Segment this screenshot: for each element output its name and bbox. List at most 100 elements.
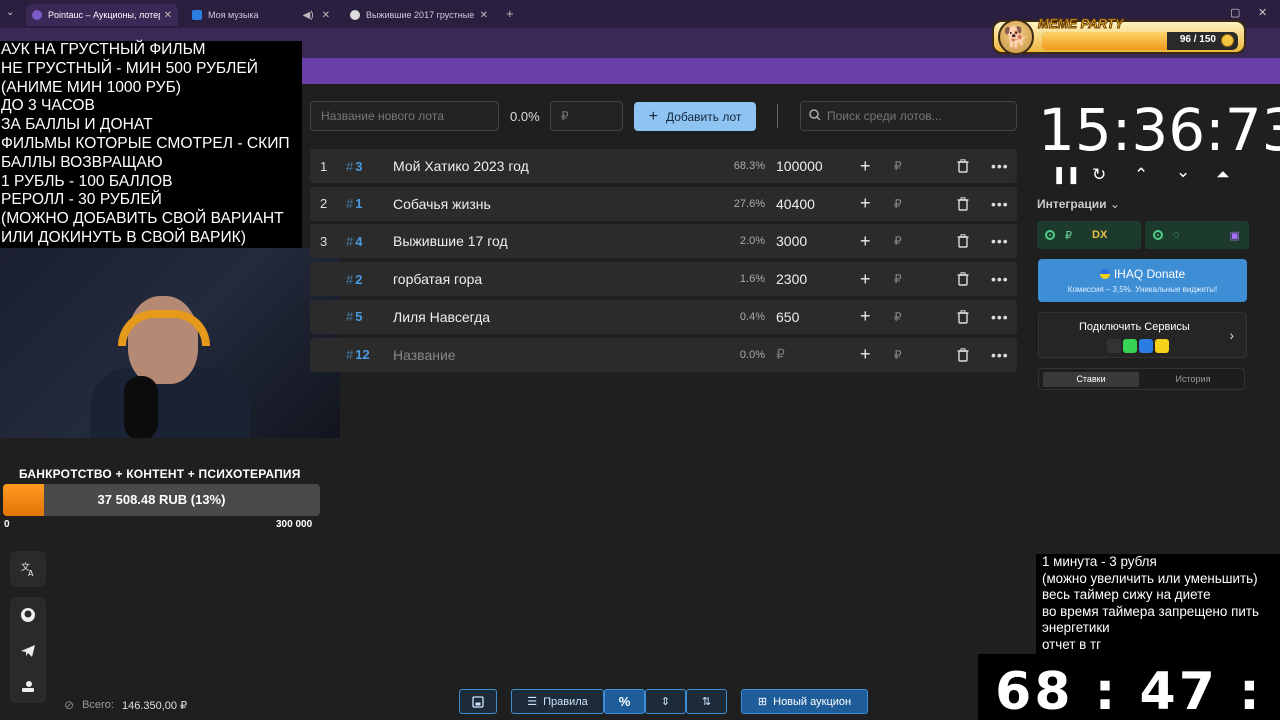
close-tab-icon[interactable]: ✕	[480, 10, 488, 21]
more-options-icon[interactable]: •••	[991, 309, 1009, 325]
lot-id: #1	[346, 196, 362, 211]
rules-button[interactable]: ☰ Правила	[511, 689, 604, 714]
ruble-input[interactable]: ₽	[894, 272, 902, 286]
status-dot-icon	[1045, 230, 1055, 240]
speaker-icon[interactable]: ◀)	[303, 10, 314, 21]
trash-icon[interactable]	[957, 234, 969, 249]
add-bid-icon[interactable]: +	[860, 231, 871, 252]
add-bid-icon[interactable]: +	[860, 156, 871, 177]
add-bid-icon[interactable]: +	[860, 344, 871, 365]
coin-icon	[1221, 34, 1234, 47]
chevron-down-icon[interactable]: ⌄	[1176, 162, 1190, 182]
lot-row[interactable]: 1 #3 Мой Хатико 2023 год 68.3% 100000 + ₽ •••	[310, 149, 1017, 183]
bids-history-tabs: Ставки История	[1038, 368, 1245, 390]
ruble-input[interactable]: ₽	[894, 197, 902, 211]
add-bid-icon[interactable]: +	[860, 269, 871, 290]
double-chevron-up-icon[interactable]: ⏶	[1216, 165, 1230, 185]
ruble-input[interactable]: ₽	[894, 234, 902, 248]
percent-toggle[interactable]: %	[604, 689, 645, 714]
lot-name[interactable]: Лиля Навсегда	[393, 309, 490, 325]
lot-row[interactable]: #2 горбатая гора 1.6% 2300 + ₽ •••	[310, 262, 1017, 297]
lot-row[interactable]: 3 #4 Выжившие 17 год 2.0% 3000 + ₽ •••	[310, 224, 1017, 259]
lot-name[interactable]: Название	[393, 347, 456, 363]
more-options-icon[interactable]: •••	[991, 271, 1009, 287]
lot-position: 3	[320, 233, 328, 249]
tab-bids[interactable]: Ставки	[1043, 372, 1139, 387]
rules-icon: ☰	[527, 696, 538, 708]
trash-icon[interactable]	[957, 196, 969, 211]
translate-icon[interactable]: 文A	[10, 551, 46, 587]
browser-tab-pointauc[interactable]: Pointauc – Аукционы, лотереи... ✕	[26, 4, 178, 26]
more-options-icon[interactable]: •••	[991, 196, 1009, 212]
lot-name[interactable]: Выжившие 17 год	[393, 233, 508, 249]
telegram-icon[interactable]	[10, 633, 46, 669]
lot-name[interactable]: Собачья жизнь	[393, 196, 491, 212]
tab-list-chevron-icon[interactable]: ⌄	[6, 7, 14, 18]
rules-label: Правила	[543, 695, 588, 708]
more-options-icon[interactable]: •••	[991, 233, 1009, 249]
trash-icon[interactable]	[957, 347, 969, 362]
connect-services-card[interactable]: Подключить Сервисы ›	[1038, 312, 1247, 358]
trash-icon[interactable]	[957, 272, 969, 286]
add-lot-button[interactable]: + Добавить лот	[634, 102, 756, 131]
kick-icon	[1123, 339, 1137, 353]
new-lot-amount-input[interactable]: ₽	[550, 101, 623, 131]
lot-percent: 27.6%	[733, 197, 765, 210]
rule-line: РЕРОЛЛ - 30 РУБЛЕЙ	[1, 191, 162, 209]
lot-row[interactable]: #5 Лиля Навсегда 0.4% 650 + ₽ •••	[310, 299, 1017, 334]
compact-toggle[interactable]: ⇕	[645, 689, 686, 714]
eye-off-icon[interactable]: ⊘	[64, 698, 74, 712]
more-options-icon[interactable]: •••	[991, 347, 1009, 363]
lot-name[interactable]: Мой Хатико 2023 год	[393, 158, 529, 174]
search-placeholder: Поиск среди лотов...	[827, 109, 942, 123]
ruble-input[interactable]: ₽	[894, 310, 902, 324]
close-tab-icon[interactable]: ✕	[164, 10, 172, 21]
save-button[interactable]	[459, 689, 497, 714]
integrations-label[interactable]: Интеграции ⌄	[1037, 197, 1120, 211]
more-options-icon[interactable]: •••	[991, 158, 1009, 174]
music-favicon-icon	[192, 10, 202, 20]
integration-twitch[interactable]: ◌ ▣	[1145, 221, 1249, 249]
meme-party-title: MEME PARTY	[1037, 16, 1124, 32]
chevron-up-icon[interactable]: ⌃	[1134, 165, 1148, 185]
trash-icon[interactable]	[957, 310, 969, 324]
add-bid-icon[interactable]: +	[860, 193, 871, 214]
lot-row[interactable]: 2 #1 Собачья жизнь 27.6% 40400 + ₽ •••	[310, 186, 1017, 221]
lot-row[interactable]: #12 Название 0.0% ₽ + ₽ •••	[310, 337, 1017, 372]
vk-icon	[1139, 339, 1153, 353]
hash-icon: #	[346, 233, 354, 249]
tab-title: Моя музыка	[208, 10, 259, 20]
rule-line: 1 РУБЛЬ - 100 БАЛЛОВ	[1, 172, 173, 190]
ruble-input[interactable]: ₽	[894, 348, 902, 362]
trash-icon[interactable]	[957, 159, 969, 173]
hash-icon: #	[346, 347, 354, 362]
new-tab-icon[interactable]: +	[506, 6, 514, 21]
tab-history[interactable]: История	[1145, 372, 1241, 387]
reset-icon[interactable]: ↻	[1092, 165, 1106, 185]
add-lot-label: Добавить лот	[665, 109, 742, 124]
ruble-input[interactable]: ₽	[894, 159, 902, 173]
ihaq-donate-card[interactable]: IHAQ Donate Комиссия – 3,5%. Уникальные …	[1038, 259, 1247, 302]
donate-hand-icon[interactable]	[10, 669, 46, 705]
doge-icon: 🐕	[998, 19, 1034, 55]
new-lot-input[interactable]: Название нового лота	[310, 101, 499, 131]
pause-icon[interactable]: ❚❚	[1052, 165, 1081, 185]
integration-donationalerts[interactable]: ₽ DX	[1037, 221, 1141, 249]
total-sum: ⊘ Всего: 146.350,00 ₽	[64, 698, 187, 712]
restore-window-icon[interactable]: ▢	[1230, 6, 1240, 19]
rule-line: (МОЖНО ДОБАВИТЬ СВОЙ ВАРИАНТ	[1, 210, 284, 228]
rule-line: НЕ ГРУСТНЫЙ - МИН 500 РУБЛЕЙ	[1, 59, 258, 77]
lot-percent: 0.0%	[739, 348, 765, 361]
close-window-icon[interactable]: ✕	[1258, 6, 1267, 19]
browser-tab-search[interactable]: Выжившие 2017 грустные ✕	[344, 4, 494, 26]
add-bid-icon[interactable]: +	[860, 306, 871, 327]
search-lots-input[interactable]: Поиск среди лотов...	[800, 101, 1017, 131]
sort-icon: ⇅	[701, 696, 712, 708]
github-icon[interactable]	[10, 597, 46, 633]
lot-name[interactable]: горбатая гора	[393, 271, 482, 287]
browser-tab-music[interactable]: Моя музыка ◀) ✕	[186, 4, 336, 26]
lot-id-value: 1	[355, 196, 363, 212]
sort-toggle[interactable]: ⇅	[686, 689, 727, 714]
close-tab-icon[interactable]: ✕	[322, 10, 330, 21]
new-auction-button[interactable]: ⊞ Новый аукцион	[741, 689, 868, 714]
